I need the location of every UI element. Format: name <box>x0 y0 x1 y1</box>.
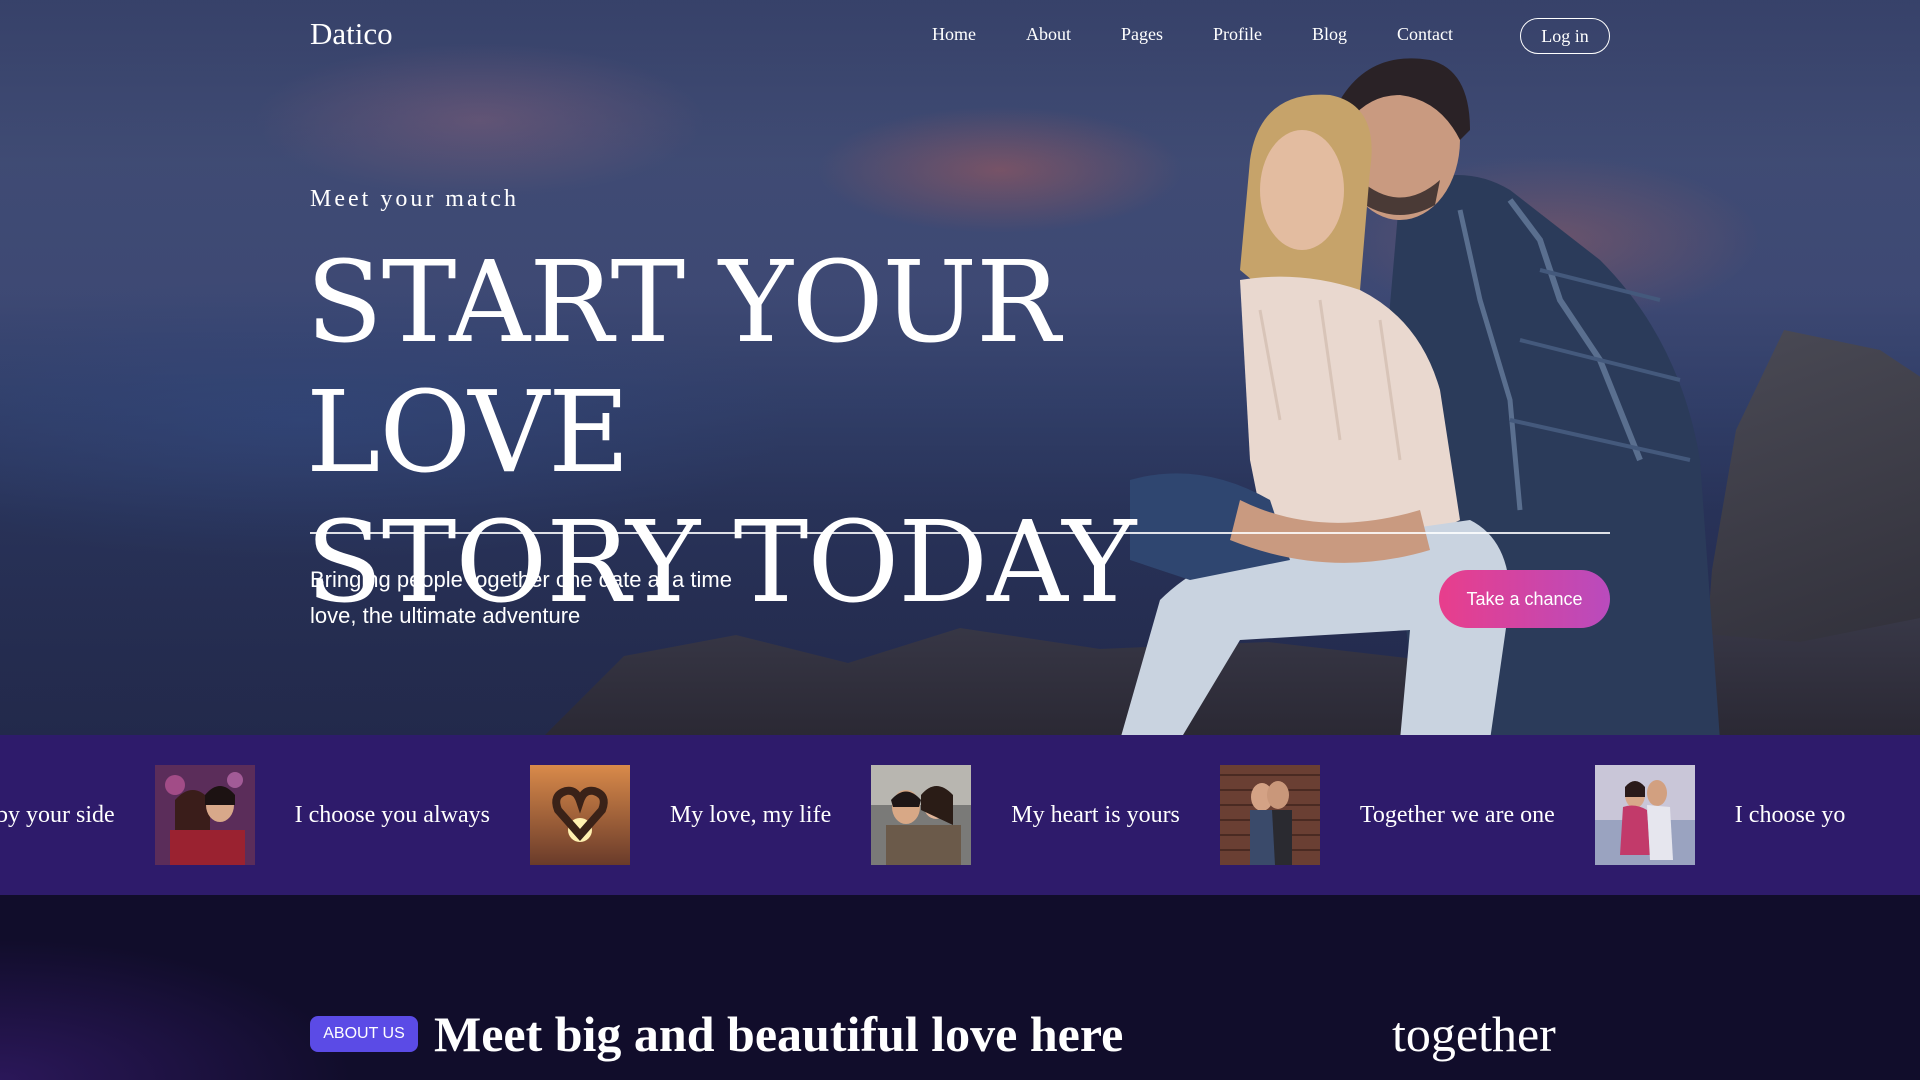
take-a-chance-button[interactable]: Take a chance <box>1439 570 1610 628</box>
nav-home[interactable]: Home <box>932 24 976 45</box>
heart-hands-thumbnail <box>529 765 630 865</box>
about-section: ABOUT US Meet big and beautiful love her… <box>0 895 1920 1080</box>
about-title-right: together <box>1392 1006 1556 1062</box>
couple-thumbnail <box>154 765 255 865</box>
ticker-text: I choose yo <box>1734 801 1846 828</box>
login-button[interactable]: Log in <box>1520 18 1610 54</box>
nav-blog[interactable]: Blog <box>1312 24 1347 45</box>
ticker-text: I choose you always <box>294 801 490 828</box>
about-badge: ABOUT US <box>310 1016 418 1052</box>
nav-contact[interactable]: Contact <box>1397 24 1453 45</box>
nav-pages[interactable]: Pages <box>1121 24 1163 45</box>
site-logo[interactable]: Datico <box>310 16 393 52</box>
about-title: Meet big and beautiful love here <box>434 1006 1124 1062</box>
ticker-band: ays by your side I choose you always My … <box>0 735 1920 895</box>
hero-headline-line1: START YOUR LOVE <box>306 238 1060 498</box>
ticker-text: My heart is yours <box>1011 801 1180 828</box>
hero-section: Datico Home About Pages Profile Blog Con… <box>0 0 1920 735</box>
kissing-couple-thumbnail <box>1219 765 1320 865</box>
hero-subtext: Bringing people together one date at a t… <box>310 567 732 628</box>
main-nav: Home About Pages Profile Blog Contact <box>932 24 1503 45</box>
hero-divider <box>310 532 1610 534</box>
nav-profile[interactable]: Profile <box>1213 24 1262 45</box>
hugging-couple-thumbnail <box>1594 765 1695 865</box>
ticker-track: ays by your side I choose you always My … <box>0 765 1885 865</box>
ticker-text: My love, my life <box>669 801 832 828</box>
laughing-couple-thumbnail <box>871 765 972 865</box>
ticker-text: ays by your side <box>0 801 115 828</box>
hero-eyebrow: Meet your match <box>310 186 519 212</box>
ticker-text: Together we are one <box>1359 801 1555 828</box>
nav-about[interactable]: About <box>1026 24 1071 45</box>
